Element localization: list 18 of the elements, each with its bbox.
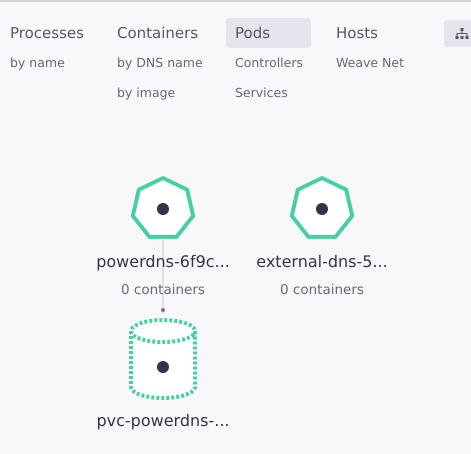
topology-tab[interactable]: Hosts: [327, 18, 387, 48]
node-subtitle: 0 containers: [280, 282, 364, 298]
node-label: external-dns-5...: [256, 252, 388, 271]
hierarchy-icon: [455, 28, 469, 40]
node-label: pvc-powerdns-...: [96, 411, 230, 430]
topology-tab[interactable]: Pods: [226, 18, 311, 48]
pod-hexagon-icon[interactable]: [287, 174, 357, 242]
node-label: powerdns-6f9c...: [96, 252, 230, 271]
view-option-link[interactable]: by name: [1, 48, 74, 78]
view-option-link[interactable]: Weave Net: [327, 48, 413, 78]
view-option-link[interactable]: by image: [108, 78, 184, 108]
view-option-link[interactable]: Controllers: [226, 48, 312, 78]
view-option-link[interactable]: Services: [226, 78, 297, 108]
view-option-link[interactable]: by DNS name: [108, 48, 212, 78]
node-subtitle: 0 containers: [121, 282, 205, 298]
topology-tab[interactable]: Processes: [1, 18, 93, 48]
topology-tab[interactable]: Containers: [108, 18, 208, 48]
pod-hexagon-icon[interactable]: [128, 174, 198, 242]
